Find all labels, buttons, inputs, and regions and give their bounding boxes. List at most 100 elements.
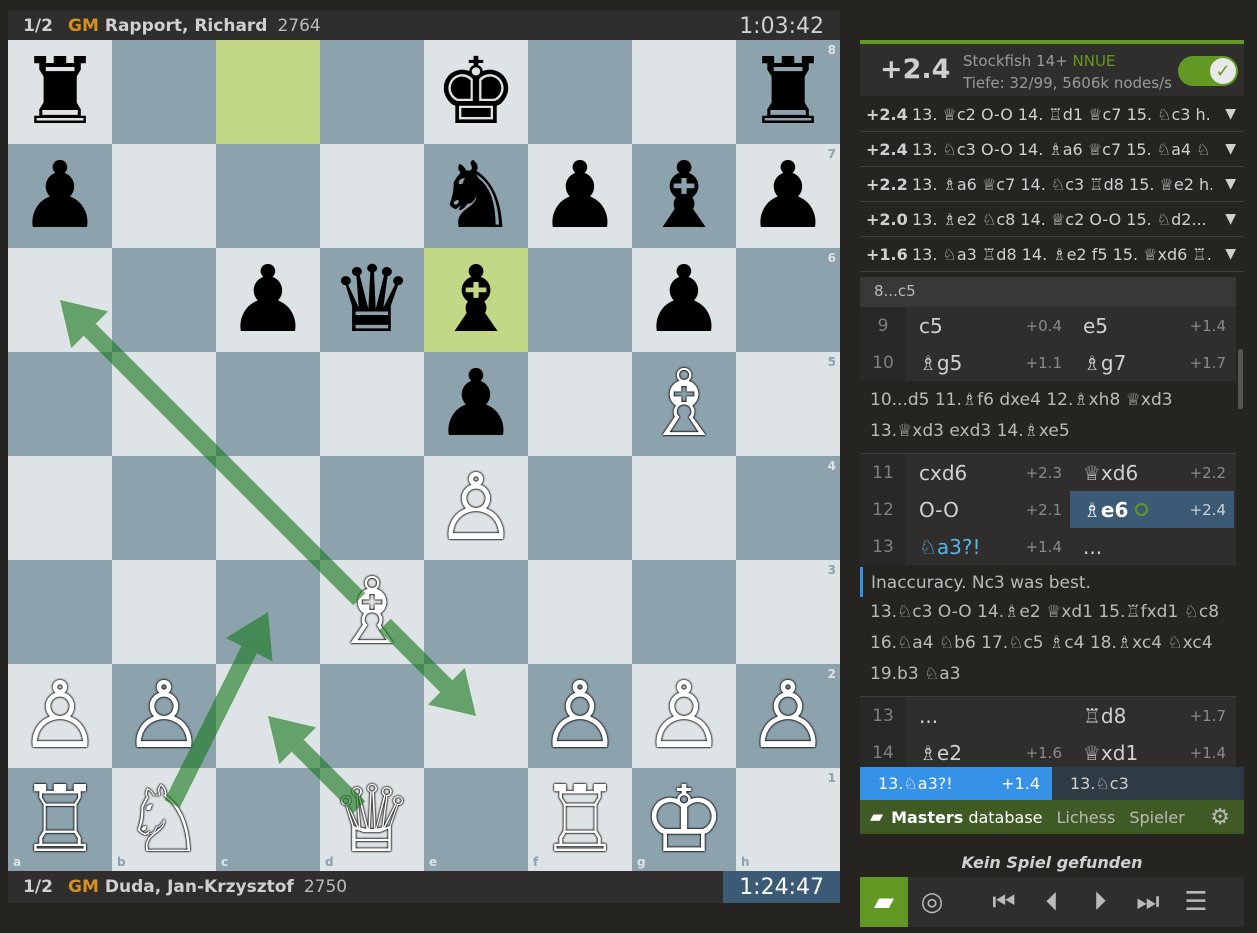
square-f3[interactable] (528, 560, 632, 664)
square-c8[interactable] (216, 40, 320, 144)
black-king-icon[interactable]: ♚ (424, 40, 528, 144)
square-e3[interactable] (424, 560, 528, 664)
square-f5[interactable] (528, 352, 632, 456)
white-knight-icon[interactable]: ♘ (112, 768, 216, 872)
black-move[interactable]: ♕xd1 +1.4 (1070, 734, 1234, 769)
white-move[interactable]: cxd6 +2.3 (906, 454, 1070, 491)
square-e2[interactable] (424, 664, 528, 768)
engine-line[interactable]: +2.4 13. ♕c2 O-O 14. ♖d1 ♕c7 15. ♘c3 h...… (860, 97, 1244, 132)
engine-line[interactable]: +2.4 13. ♘c3 O-O 14. ♗a6 ♕c7 15. ♘a4 ♘...… (860, 132, 1244, 167)
black-rook-icon[interactable]: ♜ (736, 40, 840, 144)
last-move-icon[interactable]: ⏭ (1124, 877, 1172, 927)
square-c3[interactable] (216, 560, 320, 664)
square-b6[interactable] (112, 248, 216, 352)
engine-line-moves[interactable]: 13. ♕c2 O-O 14. ♖d1 ♕c7 15. ♘c3 h... (912, 105, 1212, 124)
black-bishop-icon[interactable]: ♝ (632, 144, 736, 248)
white-king-icon[interactable]: ♔ (632, 768, 736, 872)
engine-line-moves[interactable]: 13. ♘a3 ♖d8 14. ♗e2 f5 15. ♕xd6 ♖... (912, 245, 1212, 264)
square-d7[interactable] (320, 144, 424, 248)
variation-line[interactable]: 10...d5 11.♗f6 dxe4 12.♗xh8 ♕xd3 (870, 385, 1226, 416)
square-a6[interactable] (8, 248, 112, 352)
book-icon[interactable]: ▰ (860, 877, 908, 927)
square-f4[interactable] (528, 456, 632, 560)
expand-arrow-icon[interactable]: ▼ (1225, 211, 1236, 227)
square-b8[interactable] (112, 40, 216, 144)
target-icon[interactable]: ◎ (908, 877, 956, 927)
bottom-player-name[interactable]: Duda, Jan-Krzysztof (105, 877, 294, 897)
square-g3[interactable] (632, 560, 736, 664)
square-h1[interactable]: h1 (736, 768, 840, 872)
square-f6[interactable] (528, 248, 632, 352)
square-c2[interactable] (216, 664, 320, 768)
variation-line[interactable]: 13.♘c3 O-O 14.♗e2 ♕xd1 15.♖fxd1 ♘c8 (870, 597, 1226, 628)
black-pawn-icon[interactable]: ♟ (8, 144, 112, 248)
white-move[interactable]: ♘a3?! +1.4 (906, 528, 1070, 565)
tab-player[interactable]: Spieler (1129, 808, 1184, 827)
square-d4[interactable] (320, 456, 424, 560)
gear-icon[interactable]: ⚙ (1210, 805, 1230, 830)
white-pawn-icon[interactable]: ♙ (112, 664, 216, 768)
prev-move-icon[interactable]: ⏴ (1028, 877, 1076, 927)
black-move[interactable]: ♕xd6 +2.2 (1070, 454, 1234, 491)
expand-arrow-icon[interactable]: ▼ (1225, 106, 1236, 122)
white-move[interactable]: ♗e2 +1.6 (906, 734, 1070, 769)
preview-best-move[interactable]: 13.♘c3 (1052, 767, 1244, 800)
chessboard[interactable]: 8 7 6 5 4 3 2 a b c d e f g h 1 ♜ ♚ ♜ ♟ ♞ ♟ ♝ ♟ ♟ ♛ ♝ ♟ ♟ ♗ ♙ ♗ ♙ ♙ ♙ ♙ ♙ ♖ ♘ ♕… (8, 40, 840, 872)
square-c7[interactable] (216, 144, 320, 248)
square-f8[interactable] (528, 40, 632, 144)
white-rook-icon[interactable]: ♖ (8, 768, 112, 872)
square-a5[interactable] (8, 352, 112, 456)
black-move[interactable]: ♗e6 +2.4 (1070, 491, 1234, 528)
black-pawn-icon[interactable]: ♟ (424, 352, 528, 456)
white-bishop-icon[interactable]: ♗ (320, 560, 424, 664)
white-pawn-icon[interactable]: ♙ (632, 664, 736, 768)
square-e1[interactable]: e (424, 768, 528, 872)
black-knight-icon[interactable]: ♞ (424, 144, 528, 248)
white-move[interactable]: c5 +0.4 (906, 307, 1070, 344)
square-a3[interactable] (8, 560, 112, 664)
black-pawn-icon[interactable]: ♟ (528, 144, 632, 248)
tab-masters-database[interactable]: Masters database (891, 808, 1042, 827)
scrollbar-thumb[interactable] (1238, 349, 1243, 409)
black-bishop-icon[interactable]: ♝ (424, 248, 528, 352)
engine-line-moves[interactable]: 13. ♘c3 O-O 14. ♗a6 ♕c7 15. ♘a4 ♘... (912, 140, 1212, 159)
black-pawn-icon[interactable]: ♟ (632, 248, 736, 352)
variation-line[interactable]: 16.♘a4 ♘b6 17.♘c5 ♗c4 18.♗xc4 ♘xc4 (870, 628, 1226, 659)
engine-line-moves[interactable]: 13. ♗a6 ♕c7 14. ♘c3 ♖d8 15. ♕e2 h... (912, 175, 1212, 194)
square-h6[interactable]: 6 (736, 248, 840, 352)
engine-line-moves[interactable]: 13. ♗e2 ♘c8 14. ♕c2 O-O 15. ♘d2... (912, 210, 1212, 229)
white-pawn-icon[interactable]: ♙ (736, 664, 840, 768)
black-pawn-icon[interactable]: ♟ (736, 144, 840, 248)
variation-line[interactable]: 13.♕xd3 exd3 14.♗xe5 (870, 416, 1226, 447)
square-b4[interactable] (112, 456, 216, 560)
white-pawn-icon[interactable]: ♙ (424, 456, 528, 560)
expand-arrow-icon[interactable]: ▼ (1225, 246, 1236, 262)
white-move[interactable]: ♗g5 +1.1 (906, 344, 1070, 381)
black-move[interactable]: ♖d8 +1.7 (1070, 697, 1234, 734)
square-c4[interactable] (216, 456, 320, 560)
tab-lichess[interactable]: Lichess (1057, 808, 1116, 827)
engine-line[interactable]: +2.2 13. ♗a6 ♕c7 14. ♘c3 ♖d8 15. ♕e2 h...… (860, 167, 1244, 202)
square-g4[interactable] (632, 456, 736, 560)
square-h5[interactable]: 5 (736, 352, 840, 456)
preview-played-move[interactable]: 13.♘a3?! +1.4 (860, 767, 1052, 800)
black-rook-icon[interactable]: ♜ (8, 40, 112, 144)
black-move[interactable]: ♗g7 +1.7 (1070, 344, 1234, 381)
square-d5[interactable] (320, 352, 424, 456)
square-d2[interactable] (320, 664, 424, 768)
square-b5[interactable] (112, 352, 216, 456)
engine-toggle[interactable]: ✓ (1178, 56, 1238, 86)
first-move-icon[interactable]: ⏮ (980, 877, 1028, 927)
expand-arrow-icon[interactable]: ▼ (1225, 141, 1236, 157)
variation-line[interactable]: 19.b3 ♘a3 (870, 659, 1226, 690)
square-c5[interactable] (216, 352, 320, 456)
expand-arrow-icon[interactable]: ▼ (1225, 176, 1236, 192)
square-a4[interactable] (8, 456, 112, 560)
black-move[interactable]: e5 +1.4 (1070, 307, 1234, 344)
white-rook-icon[interactable]: ♖ (528, 768, 632, 872)
white-pawn-icon[interactable]: ♙ (8, 664, 112, 768)
white-move[interactable]: O-O +2.1 (906, 491, 1070, 528)
black-move[interactable]: ... (1070, 528, 1234, 565)
menu-icon[interactable]: ☰ (1172, 877, 1220, 927)
square-h4[interactable]: 4 (736, 456, 840, 560)
